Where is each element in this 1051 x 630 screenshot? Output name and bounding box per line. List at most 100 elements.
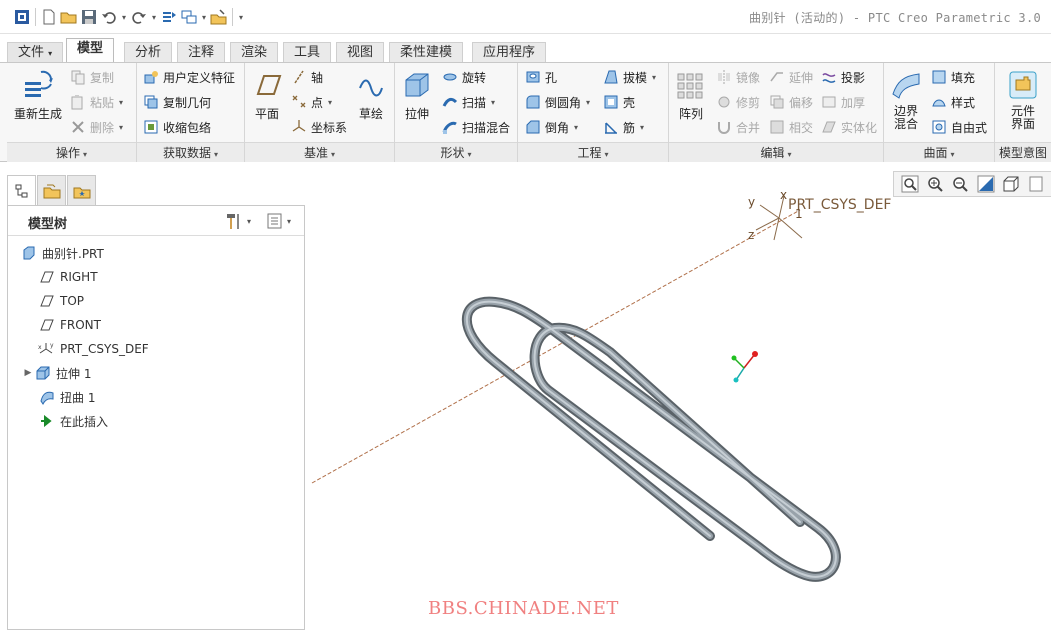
redo-icon[interactable] xyxy=(129,7,149,27)
group-label-get-data[interactable]: 获取数据 ▾ xyxy=(137,142,244,162)
redo-dropdown-icon[interactable]: ▾ xyxy=(149,13,159,22)
repaint-icon xyxy=(977,175,995,193)
group-label-surfaces[interactable]: 曲面 ▾ xyxy=(884,142,994,162)
udf-icon xyxy=(142,68,160,86)
group-label-operations[interactable]: 操作 ▾ xyxy=(7,142,136,162)
zoom-out-button[interactable] xyxy=(950,173,971,195)
fill-button[interactable]: 填充 xyxy=(930,66,975,88)
style-button[interactable]: 样式 xyxy=(930,91,975,113)
tab-file[interactable]: 文件 ▾ xyxy=(7,42,64,62)
plane-icon xyxy=(250,68,284,102)
sweep-button[interactable]: 扫描 ▾ xyxy=(441,91,495,113)
tree-item-right[interactable]: RIGHT xyxy=(38,266,98,288)
tab-applications[interactable]: 应用程序 xyxy=(472,42,547,62)
thicken-button[interactable]: 加厚 xyxy=(820,91,865,113)
swept-blend-button[interactable]: 扫描混合 xyxy=(441,116,510,138)
tab-flexible-modeling[interactable]: 柔性建模 xyxy=(389,42,464,62)
group-label-editing[interactable]: 编辑 ▾ xyxy=(669,142,883,162)
tab-analysis[interactable]: 分析 xyxy=(124,42,173,62)
tree-settings-button[interactable]: ▾ xyxy=(224,211,251,231)
udf-button[interactable]: 用户定义特征 xyxy=(142,66,235,88)
tree-item-csys[interactable]: xy PRT_CSYS_DEF xyxy=(38,338,149,360)
customize-toolbar-icon[interactable]: ▾ xyxy=(236,13,246,22)
undo-dropdown-icon[interactable]: ▾ xyxy=(119,13,129,22)
folder-browser-tab[interactable] xyxy=(37,175,66,205)
favorites-tab[interactable] xyxy=(67,175,96,205)
tab-model[interactable]: 模型 xyxy=(66,38,115,62)
paper-clip-model[interactable] xyxy=(461,296,841,582)
refit-button[interactable] xyxy=(899,173,920,195)
open-folder-icon[interactable] xyxy=(59,7,79,27)
tree-item-extrude-1[interactable]: ▶ 拉伸 1 xyxy=(22,362,91,384)
point-icon xyxy=(290,93,308,111)
tree-item-part[interactable]: 曲别针.PRT xyxy=(20,242,104,264)
point-button[interactable]: 点 ▾ xyxy=(290,91,332,113)
tab-render[interactable]: 渲染 xyxy=(230,42,279,62)
project-button[interactable]: 投影 xyxy=(820,66,865,88)
saved-views-button[interactable] xyxy=(1026,173,1047,195)
round-button[interactable]: 倒圆角 ▾ xyxy=(524,91,590,113)
tree-item-warp-1[interactable]: 扭曲 1 xyxy=(38,386,95,408)
round-icon xyxy=(524,93,542,111)
regenerate-small-icon[interactable] xyxy=(159,7,179,27)
chamfer-button[interactable]: 倒角 ▾ xyxy=(524,116,578,138)
axis-button[interactable]: 轴 xyxy=(290,66,323,88)
merge-button[interactable]: 合并 xyxy=(715,116,760,138)
intersect-button[interactable]: 相交 xyxy=(768,116,813,138)
freestyle-button[interactable]: 自由式 xyxy=(930,116,987,138)
group-label-model-intent[interactable]: 模型意图 xyxy=(995,142,1051,162)
extrude-button[interactable]: 拉伸 xyxy=(397,68,437,122)
list-icon xyxy=(267,213,282,229)
shrinkwrap-button[interactable]: 收缩包络 xyxy=(142,116,211,138)
mirror-button[interactable]: 镜像 xyxy=(715,66,760,88)
hole-button[interactable]: 孔 xyxy=(524,66,557,88)
expand-arrow-icon[interactable]: ▶ xyxy=(22,368,34,378)
rib-button[interactable]: 筋 ▾ xyxy=(602,116,644,138)
csys-axis-y: y xyxy=(748,195,755,209)
tab-tools[interactable]: 工具 xyxy=(283,42,332,62)
group-label-shapes[interactable]: 形状 ▾ xyxy=(395,142,517,162)
pattern-button[interactable]: 阵列 xyxy=(671,68,711,122)
plane-button[interactable]: 平面 xyxy=(247,68,287,122)
copy-button[interactable]: 复制 xyxy=(69,66,114,88)
close-window-icon[interactable] xyxy=(209,7,229,27)
solidify-button[interactable]: 实体化 xyxy=(820,116,877,138)
windows-dropdown-icon[interactable]: ▾ xyxy=(199,13,209,22)
trim-button[interactable]: 修剪 xyxy=(715,91,760,113)
tree-item-front[interactable]: FRONT xyxy=(38,314,101,336)
group-label-engineering[interactable]: 工程 ▾ xyxy=(518,142,668,162)
boundary-blend-button[interactable]: 边界混合 xyxy=(886,68,926,131)
zoom-in-button[interactable] xyxy=(924,173,945,195)
repaint-button[interactable] xyxy=(975,173,996,195)
app-menu-icon[interactable] xyxy=(12,7,32,27)
merge-icon xyxy=(715,118,733,136)
group-label-datum[interactable]: 基准 ▾ xyxy=(245,142,394,162)
tree-item-insert-here[interactable]: 在此插入 xyxy=(38,410,108,432)
sketch-button[interactable]: 草绘 xyxy=(351,68,391,122)
offset-button[interactable]: 偏移 xyxy=(768,91,813,113)
windows-icon[interactable] xyxy=(179,7,199,27)
save-icon[interactable] xyxy=(79,7,99,27)
component-interface-button[interactable]: 元件界面 xyxy=(1003,68,1043,131)
new-file-icon[interactable] xyxy=(39,7,59,27)
regenerate-button[interactable]: 重新生成 xyxy=(9,68,67,122)
model-tree-tab[interactable] xyxy=(7,175,36,205)
draft-button[interactable]: 拔模 ▾ xyxy=(602,66,656,88)
copy-geometry-button[interactable]: 复制几何 xyxy=(142,91,211,113)
delete-button[interactable]: 删除 ▾ xyxy=(69,116,123,138)
tab-annotate[interactable]: 注释 xyxy=(177,42,226,62)
tab-view[interactable]: 视图 xyxy=(336,42,385,62)
extrude-icon xyxy=(34,365,52,381)
watermark-text: BBS.CHINADE.NET xyxy=(428,598,619,619)
undo-icon[interactable] xyxy=(99,7,119,27)
csys-button[interactable]: 坐标系 xyxy=(290,116,347,138)
revolve-button[interactable]: 旋转 xyxy=(441,66,486,88)
paste-button[interactable]: 粘贴 ▾ xyxy=(69,91,123,113)
tree-show-button[interactable]: ▾ xyxy=(266,211,291,231)
shell-button[interactable]: 壳 xyxy=(602,91,635,113)
extend-button[interactable]: 延伸 xyxy=(768,66,813,88)
graphics-window[interactable]: y x z 1 xyxy=(306,163,1051,630)
tree-item-top[interactable]: TOP xyxy=(38,290,84,312)
axis-icon xyxy=(290,68,308,86)
display-style-button[interactable] xyxy=(1000,173,1021,195)
